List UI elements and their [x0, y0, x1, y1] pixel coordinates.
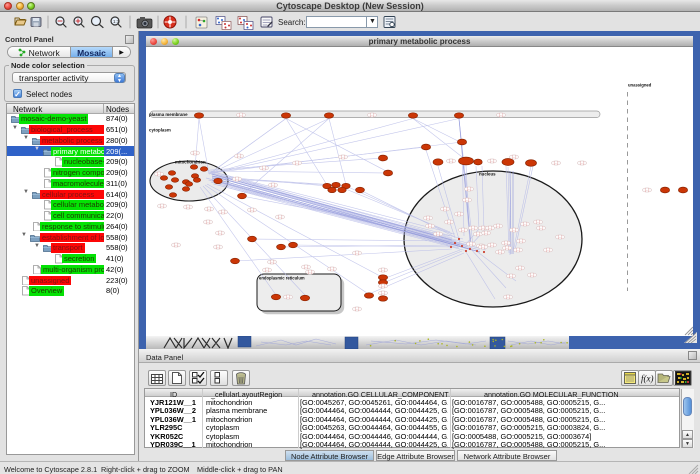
svg-text:[...]: [...]: [426, 216, 431, 220]
svg-text:[...]: [...]: [512, 228, 517, 232]
svg-text:[...]: [...]: [308, 270, 313, 274]
svg-text:[...]: [...]: [218, 231, 223, 235]
svg-text:unassigned: unassigned: [628, 83, 652, 88]
svg-text:1:1: 1:1: [113, 19, 120, 24]
svg-text:[...]: [...]: [523, 222, 528, 226]
svg-text:[...]: [...]: [488, 226, 493, 230]
svg-text:[...]: [...]: [186, 205, 191, 209]
svg-text:nucleus: nucleus: [479, 172, 496, 177]
svg-text:[...]: [...]: [355, 307, 360, 311]
svg-text:[...]: [...]: [216, 245, 221, 249]
svg-text:[...]: [...]: [443, 207, 448, 211]
svg-text:[...]: [...]: [558, 235, 563, 239]
svg-text:[...]: [...]: [498, 250, 503, 254]
svg-text:[...]: [...]: [469, 242, 474, 246]
svg-text:[...]: [...]: [546, 248, 551, 252]
svg-text:[...]: [...]: [381, 268, 386, 272]
svg-text:[...]: [...]: [206, 220, 211, 224]
svg-text:f(x): f(x): [641, 374, 654, 384]
svg-text:[...]: [...]: [271, 183, 276, 187]
svg-text:[...]: [...]: [193, 151, 198, 155]
svg-text:[...]: [...]: [449, 159, 454, 163]
svg-text:[...]: [...]: [428, 224, 433, 228]
svg-text:[...]: [...]: [530, 273, 535, 277]
svg-text:[...]: [...]: [265, 268, 270, 272]
svg-text:[...]: [...]: [278, 215, 283, 219]
svg-text:[...]: [...]: [447, 220, 452, 224]
svg-text:[...]: [...]: [355, 251, 360, 255]
svg-text:[...]: [...]: [262, 166, 267, 170]
svg-text:[...]: [...]: [499, 113, 504, 117]
svg-text:[...]: [...]: [157, 172, 162, 176]
svg-text:[...]: [...]: [221, 210, 226, 214]
svg-text:[...]: [...]: [174, 243, 179, 247]
svg-text:[...]: [...]: [467, 187, 472, 191]
svg-text:[...]: [...]: [519, 239, 524, 243]
svg-text:[...]: [...]: [207, 207, 212, 211]
svg-text:[...]: [...]: [270, 260, 275, 264]
svg-text:[...]: [...]: [461, 228, 466, 232]
svg-text:[...]: [...]: [518, 266, 523, 270]
svg-text:[...]: [...]: [539, 226, 544, 230]
svg-text:[...]: [...]: [237, 154, 242, 158]
svg-text:cytoplasm: cytoplasm: [149, 128, 171, 133]
svg-text:[...]: [...]: [506, 295, 511, 299]
svg-text:[...]: [...]: [481, 245, 486, 249]
svg-text:[...]: [...]: [476, 232, 481, 236]
svg-text:[...]: [...]: [436, 232, 441, 236]
svg-text:[...]: [...]: [504, 241, 509, 245]
svg-text:[...]: [...]: [295, 161, 300, 165]
svg-text:[...]: [...]: [509, 274, 514, 278]
svg-text:[...]: [...]: [536, 220, 541, 224]
svg-text:[...]: [...]: [160, 204, 165, 208]
svg-text:[...]: [...]: [370, 113, 375, 117]
svg-text:[...]: [...]: [304, 265, 309, 269]
svg-text:[...]: [...]: [457, 212, 462, 216]
svg-text:[...]: [...]: [554, 161, 559, 165]
svg-text:[...]: [...]: [330, 267, 335, 271]
svg-text:[...]: [...]: [580, 161, 585, 165]
svg-text:[...]: [...]: [250, 208, 255, 212]
svg-text:[...]: [...]: [516, 248, 521, 252]
svg-text:[...]: [...]: [381, 291, 386, 295]
svg-text:[...]: [...]: [490, 159, 495, 163]
svg-text:[...]: [...]: [645, 188, 650, 192]
svg-text:[...]: [...]: [381, 284, 386, 288]
svg-text:[...]: [...]: [484, 231, 489, 235]
svg-text:[...]: [...]: [239, 113, 244, 117]
svg-text:endoplasmic reticulum: endoplasmic reticulum: [259, 276, 305, 281]
svg-text:[...]: [...]: [481, 226, 486, 230]
svg-text:mitochondrion: mitochondrion: [175, 160, 206, 165]
svg-text:[...]: [...]: [341, 155, 346, 159]
svg-text:[...]: [...]: [490, 243, 495, 247]
svg-text:[...]: [...]: [465, 198, 470, 202]
svg-text:[...]: [...]: [505, 246, 510, 250]
svg-text:plasma membrane: plasma membrane: [149, 112, 188, 117]
svg-text:[...]: [...]: [512, 155, 517, 159]
svg-text:[...]: [...]: [235, 177, 240, 181]
svg-text:[...]: [...]: [471, 226, 476, 230]
svg-text:[...]: [...]: [286, 295, 291, 299]
svg-text:[...]: [...]: [496, 224, 501, 228]
